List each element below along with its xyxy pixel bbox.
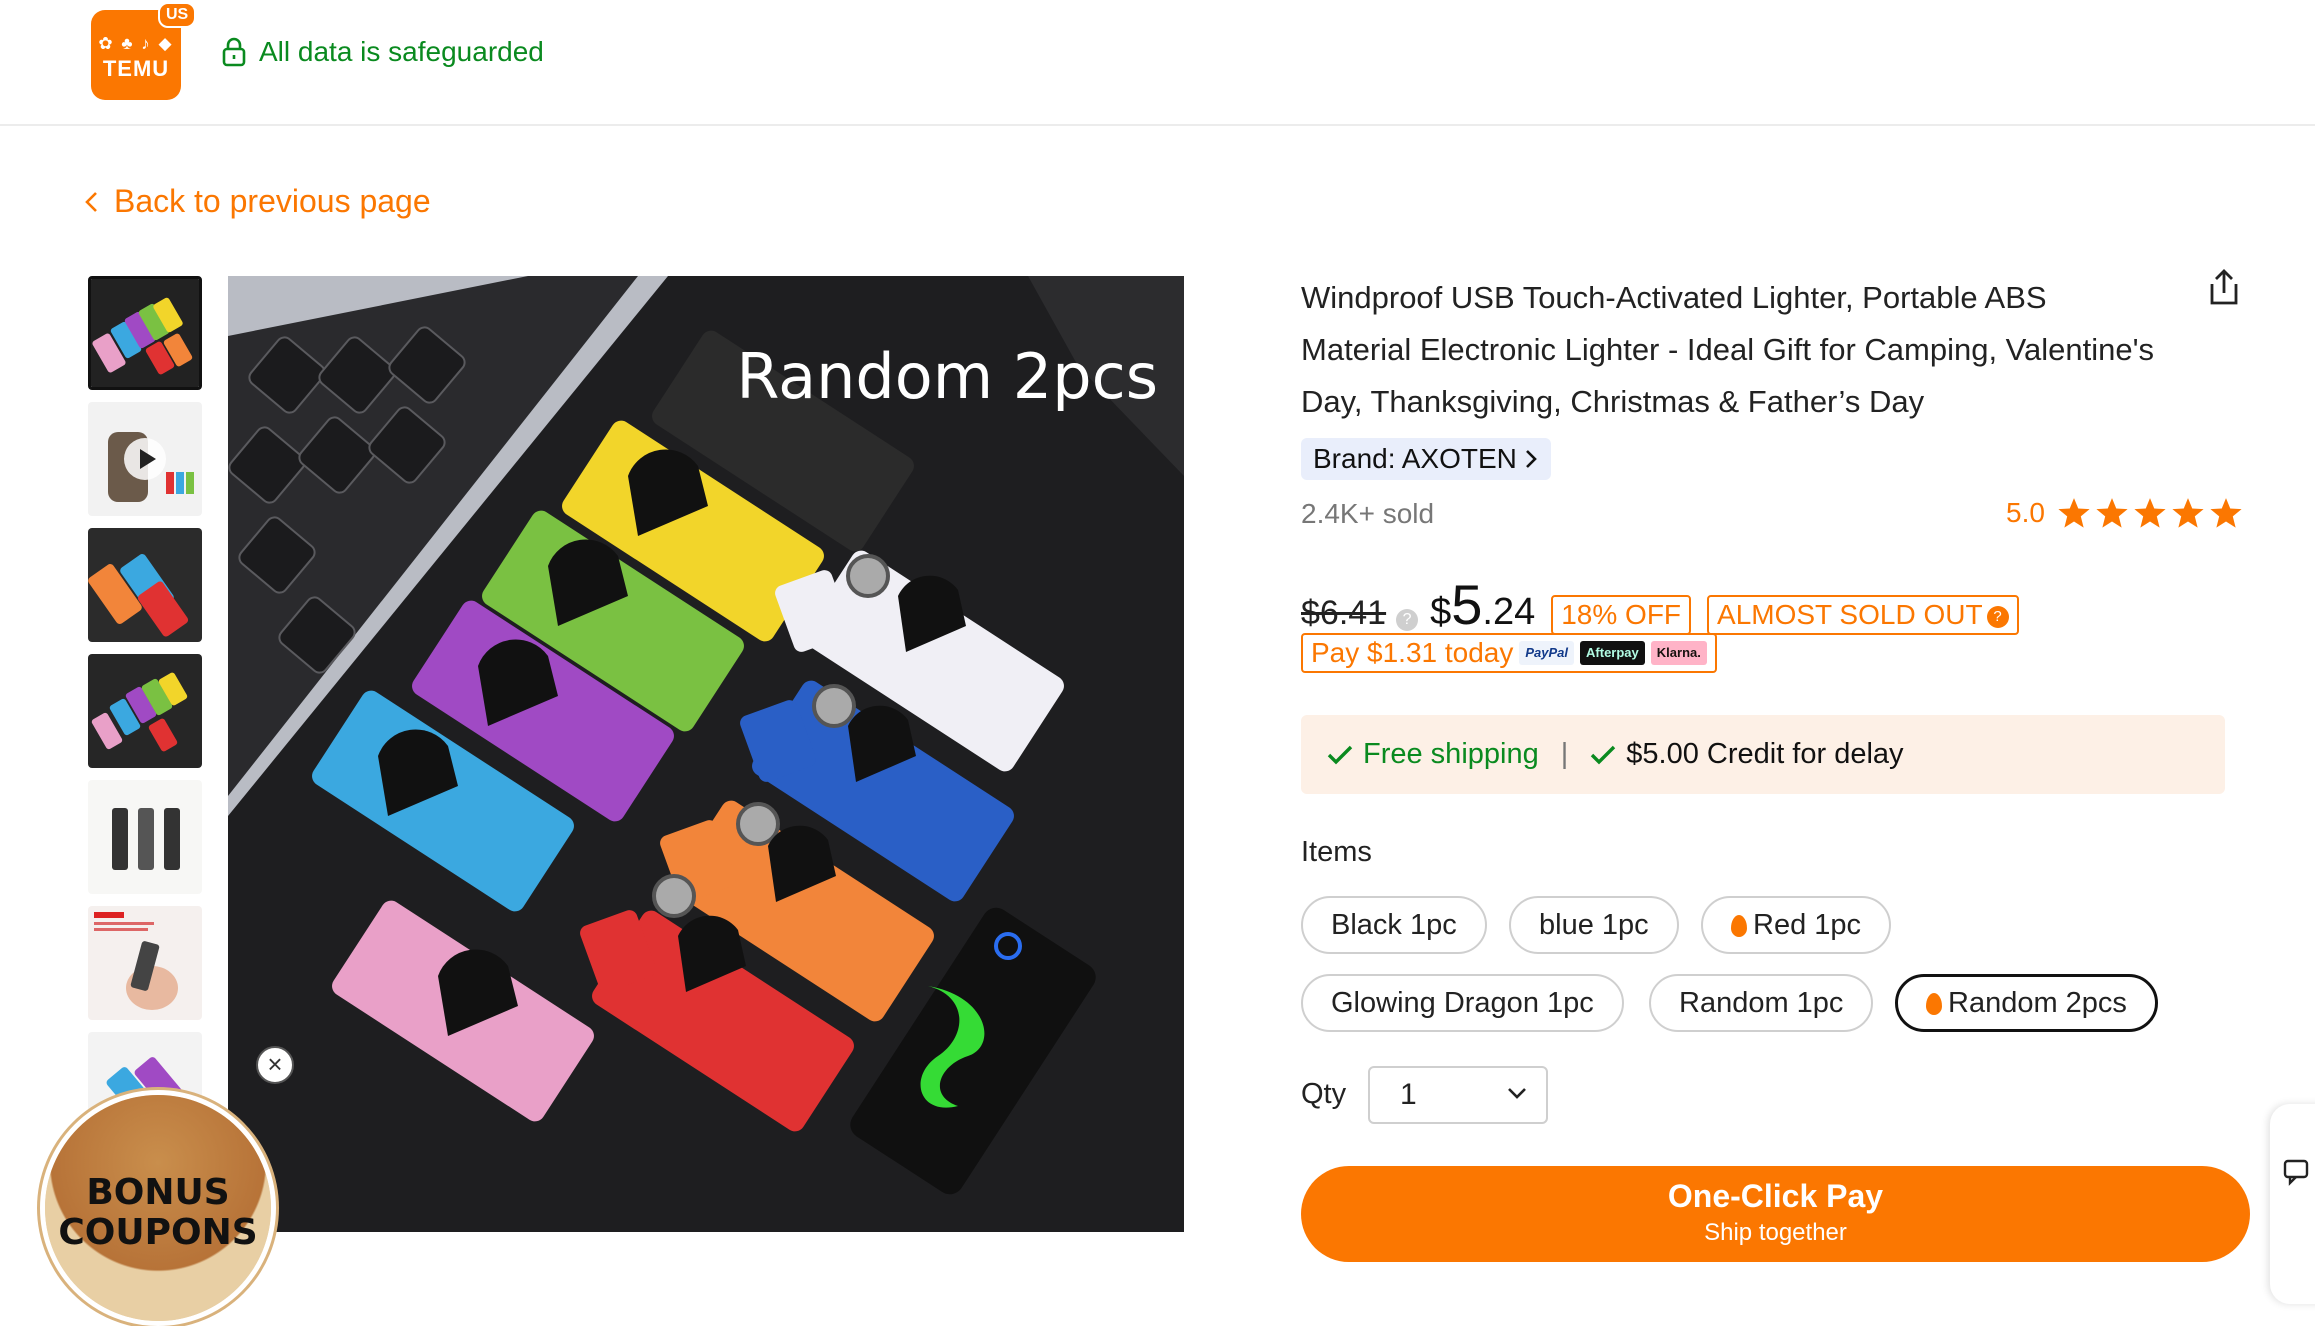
thumbnail-2-video[interactable] bbox=[88, 402, 202, 516]
thumbnail-5[interactable] bbox=[88, 780, 202, 894]
pay-today-text: Pay $1.31 today bbox=[1311, 637, 1514, 668]
back-label: Back to previous page bbox=[114, 183, 431, 219]
option-label: Random 2pcs bbox=[1948, 987, 2127, 1019]
shipping-separator: | bbox=[1560, 738, 1569, 770]
quantity-value: 1 bbox=[1400, 1078, 1417, 1111]
option-random-2pcs[interactable]: Random 2pcs bbox=[1895, 974, 2158, 1032]
chevron-left-icon bbox=[85, 191, 97, 212]
pay-later-badge[interactable]: Pay $1.31 today PayPal Afterpay Klarna. bbox=[1301, 633, 1717, 673]
ship-together-label: Ship together bbox=[1704, 1219, 1847, 1246]
star-icon bbox=[2134, 498, 2166, 528]
bonus-line-2: COUPONS bbox=[58, 1212, 258, 1253]
price-row: $6.41 ? $5.24 18% OFF ALMOST SOLD OUT? bbox=[1301, 572, 2019, 637]
option-label: Red 1pc bbox=[1753, 909, 1862, 941]
option-label: Glowing Dragon 1pc bbox=[1331, 987, 1594, 1019]
option-label: Black 1pc bbox=[1331, 909, 1457, 941]
lock-icon bbox=[222, 37, 246, 67]
afterpay-logo: Afterpay bbox=[1580, 641, 1645, 665]
chevron-right-icon bbox=[1525, 450, 1537, 468]
shipping-banner[interactable]: Free shipping | $5.00 Credit for delay bbox=[1301, 715, 2225, 794]
option-red-1pc[interactable]: Red 1pc bbox=[1701, 896, 1892, 954]
brand-label: Brand: AXOTEN bbox=[1313, 443, 1517, 474]
thumbnail-4[interactable] bbox=[88, 654, 202, 768]
star-icon bbox=[2058, 498, 2090, 528]
paypal-logo: PayPal bbox=[1519, 641, 1575, 665]
back-link[interactable]: Back to previous page bbox=[84, 183, 431, 220]
product-title: Windproof USB Touch-Activated Lighter, P… bbox=[1301, 280, 2155, 419]
bonus-coupons-badge[interactable]: BONUS COUPONS bbox=[40, 1090, 276, 1326]
security-notice: All data is safeguarded bbox=[221, 36, 544, 68]
free-shipping-text: Free shipping bbox=[1363, 738, 1539, 770]
rating-value: 5.0 bbox=[2006, 497, 2045, 528]
share-icon[interactable] bbox=[2206, 268, 2242, 313]
region-badge: US bbox=[158, 2, 197, 28]
bonus-coupons-text: BONUS COUPONS bbox=[45, 1173, 271, 1253]
price-whole: 5 bbox=[1451, 573, 1483, 636]
image-caption: Random 2pcs bbox=[736, 340, 1158, 413]
current-price: $5.24 bbox=[1430, 572, 1535, 637]
support-chat-tab[interactable] bbox=[2270, 1104, 2315, 1304]
chevron-down-icon bbox=[1508, 1088, 1526, 1099]
one-click-pay-button[interactable]: One-Click Pay Ship together bbox=[1301, 1166, 2250, 1262]
check-icon bbox=[1327, 745, 1353, 764]
klarna-logo: Klarna. bbox=[1650, 641, 1707, 665]
option-random-1pc[interactable]: Random 1pc bbox=[1649, 974, 1874, 1032]
main-product-image[interactable]: Random 2pcs bbox=[228, 276, 1184, 1232]
price-info-icon[interactable]: ? bbox=[1396, 609, 1419, 631]
discount-badge: 18% OFF bbox=[1551, 595, 1692, 635]
one-click-pay-label: One-Click Pay bbox=[1667, 1178, 1884, 1214]
price-symbol: $ bbox=[1430, 591, 1452, 633]
price-cents: .24 bbox=[1482, 591, 1536, 633]
stock-badge[interactable]: ALMOST SOLD OUT? bbox=[1707, 595, 2019, 635]
thumbnail-1[interactable] bbox=[88, 276, 202, 390]
thumbnail-3[interactable] bbox=[88, 528, 202, 642]
sold-count: 2.4K+ sold bbox=[1301, 498, 1435, 529]
option-label: blue 1pc bbox=[1539, 909, 1649, 941]
star-rating bbox=[2053, 496, 2243, 530]
star-icon bbox=[2096, 498, 2128, 528]
close-icon[interactable]: × bbox=[256, 1046, 294, 1084]
original-price: $6.41 bbox=[1301, 594, 1387, 632]
option-black-1pc[interactable]: Black 1pc bbox=[1301, 896, 1487, 954]
thumbnail-6[interactable] bbox=[88, 906, 202, 1020]
items-label: Items bbox=[1301, 836, 1372, 868]
flame-icon bbox=[1926, 993, 1942, 1015]
star-icon bbox=[2172, 498, 2204, 528]
star-icon bbox=[2210, 498, 2242, 528]
temu-logo[interactable]: ✿ ♣ ♪ ◆ TEMU US bbox=[91, 2, 197, 100]
quantity-label: Qty bbox=[1301, 1078, 1347, 1110]
check-icon bbox=[1591, 745, 1616, 764]
flame-icon bbox=[1731, 915, 1747, 937]
quantity-select[interactable]: 1 bbox=[1368, 1066, 1548, 1124]
delay-credit-text: $5.00 Credit for delay bbox=[1626, 738, 1904, 770]
stock-badge-label: ALMOST SOLD OUT bbox=[1717, 599, 1983, 630]
option-blue-1pc[interactable]: blue 1pc bbox=[1509, 896, 1679, 954]
play-icon bbox=[124, 438, 166, 480]
lighter-photo bbox=[228, 276, 1184, 1232]
site-header: ✿ ♣ ♪ ◆ TEMU US All data is safeguarded bbox=[0, 0, 2315, 126]
chat-icon bbox=[2283, 1159, 2309, 1186]
security-text: All data is safeguarded bbox=[259, 36, 544, 67]
option-label: Random 1pc bbox=[1679, 987, 1844, 1019]
logo-pictograms: ✿ ♣ ♪ ◆ bbox=[98, 34, 174, 53]
thumbnail-strip bbox=[88, 276, 202, 1116]
option-glowing-dragon-1pc[interactable]: Glowing Dragon 1pc bbox=[1301, 974, 1624, 1032]
brand-link[interactable]: Brand: AXOTEN bbox=[1301, 438, 1551, 480]
rating[interactable]: 5.0 bbox=[2006, 496, 2243, 530]
question-icon: ? bbox=[1986, 606, 2009, 628]
logo-wordmark: TEMU bbox=[102, 56, 170, 81]
bonus-line-1: BONUS bbox=[86, 1172, 230, 1213]
